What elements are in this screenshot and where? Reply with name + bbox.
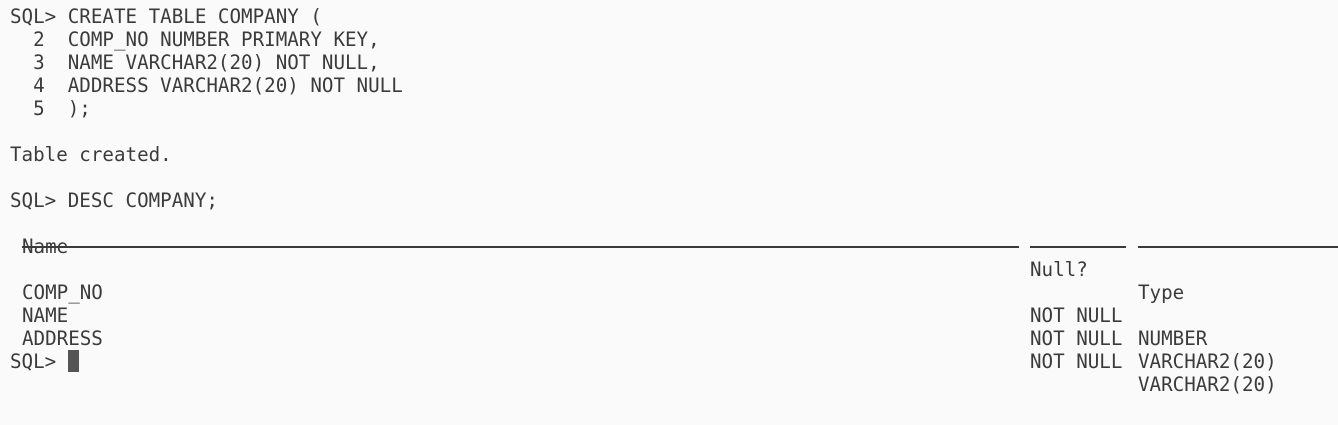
desc-row-null: NOT NULL: [1030, 327, 1123, 350]
create-command-line-1: SQL> CREATE TABLE COMPANY (: [10, 5, 322, 28]
desc-row-name: ADDRESS: [22, 327, 103, 350]
desc-command-line: SQL> DESC COMPANY;: [10, 189, 218, 212]
desc-row: ADDRESS NOT NULL VARCHAR2(20): [10, 304, 1338, 396]
create-command-line-2: 2 COMP_NO NUMBER PRIMARY KEY,: [10, 28, 380, 51]
desc-row: NAME NOT NULL VARCHAR2(20): [10, 281, 1338, 373]
separator-name: [22, 246, 1019, 248]
desc-separator-row: [10, 235, 1338, 258]
text-cursor[interactable]: [67, 350, 79, 372]
create-result-message: Table created.: [10, 143, 172, 166]
sqlplus-terminal[interactable]: SQL> CREATE TABLE COMPANY ( 2 COMP_NO NU…: [10, 5, 1338, 396]
create-command-line-3: 3 NAME VARCHAR2(20) NOT NULL,: [10, 51, 380, 74]
desc-row-type: VARCHAR2(20): [1138, 350, 1277, 373]
desc-row-type: NUMBER: [1138, 327, 1208, 350]
desc-row-null: NOT NULL: [1030, 350, 1123, 373]
desc-row: COMP_NO NOT NULL NUMBER: [10, 258, 1338, 350]
create-command-line-4: 4 ADDRESS VARCHAR2(20) NOT NULL: [10, 74, 403, 97]
create-command-line-5: 5 );: [10, 97, 91, 120]
separator-null: [1030, 246, 1126, 248]
desc-row-type: VARCHAR2(20): [1138, 373, 1277, 396]
desc-header-row: Name Null? Type: [10, 212, 1338, 304]
separator-type: [1138, 246, 1338, 248]
